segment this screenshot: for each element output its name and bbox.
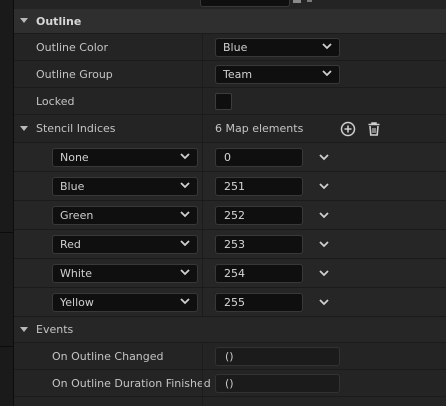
- property-locked: Locked: [14, 88, 446, 115]
- map-value-field[interactable]: 0: [215, 148, 303, 167]
- event-on-outline-changed: On Outline Changed (): [14, 343, 446, 370]
- category-title: Events: [36, 323, 74, 336]
- map-entry: Blue 251: [14, 172, 446, 201]
- category-events[interactable]: Events: [14, 317, 446, 343]
- dropdown-value: Team: [223, 68, 253, 81]
- map-key-value: None: [60, 151, 89, 164]
- map-value: 251: [224, 180, 245, 193]
- map-entry: None 0: [14, 143, 446, 172]
- map-value: 0: [224, 151, 231, 164]
- property-label: Locked: [36, 95, 75, 108]
- more-icon: [307, 0, 312, 2]
- map-key-value: Yellow: [60, 296, 94, 309]
- event-binding-value: (): [225, 377, 234, 390]
- chevron-down-icon: [180, 182, 190, 189]
- triangle-down-icon[interactable]: [20, 126, 28, 131]
- chevron-down-icon: [180, 298, 190, 305]
- property-stencil-indices: Stencil Indices 6 Map elements: [14, 115, 446, 143]
- map-key-value: Red: [60, 238, 81, 251]
- chevron-down-icon: [322, 43, 332, 50]
- chevron-down-icon[interactable]: [319, 183, 329, 190]
- map-entry: Green 252: [14, 201, 446, 230]
- previous-property-field[interactable]: [200, 0, 290, 7]
- event-binding-field[interactable]: (): [215, 374, 340, 393]
- triangle-down-icon: [20, 327, 28, 332]
- event-binding-field[interactable]: (): [215, 347, 340, 366]
- triangle-down-icon: [20, 18, 28, 23]
- property-label: Outline Group: [36, 68, 113, 81]
- property-outline-group: Outline Group Team: [14, 61, 446, 88]
- event-binding-value: (): [225, 350, 234, 363]
- map-key-value: White: [60, 267, 92, 280]
- chevron-down-icon[interactable]: [319, 270, 329, 277]
- map-entry: Red 253: [14, 230, 446, 259]
- category-outline[interactable]: Outline: [14, 9, 446, 34]
- map-key-dropdown[interactable]: Blue: [52, 177, 198, 196]
- map-entry: White 254: [14, 259, 446, 288]
- map-value-field[interactable]: 254: [215, 264, 303, 283]
- map-value: 254: [224, 267, 245, 280]
- map-value-field[interactable]: 253: [215, 235, 303, 254]
- event-on-outline-duration-finished: On Outline Duration Finished (): [14, 370, 446, 397]
- map-value-field[interactable]: 251: [215, 177, 303, 196]
- map-value-field[interactable]: 255: [215, 293, 303, 312]
- chevron-down-icon: [180, 269, 190, 276]
- map-elements-count: 6 Map elements: [215, 122, 304, 135]
- map-value: 252: [224, 209, 245, 222]
- plus-circle-icon[interactable]: [340, 121, 356, 137]
- category-title: Outline: [36, 15, 82, 28]
- chevron-down-icon: [180, 211, 190, 218]
- chevron-down-icon[interactable]: [319, 299, 329, 306]
- map-value-field[interactable]: 252: [215, 206, 303, 225]
- reset-icon[interactable]: [293, 0, 301, 3]
- map-key-dropdown[interactable]: White: [52, 264, 198, 283]
- map-key-dropdown[interactable]: None: [52, 148, 198, 167]
- map-value: 253: [224, 238, 245, 251]
- details-panel: Outline Outline Color Blue Outline Group…: [14, 0, 446, 406]
- chevron-down-icon[interactable]: [319, 241, 329, 248]
- map-entry: Yellow 255: [14, 288, 446, 317]
- chevron-down-icon: [180, 240, 190, 247]
- map-key-value: Green: [60, 209, 94, 222]
- property-label: Outline Color: [36, 41, 109, 54]
- outline-group-dropdown[interactable]: Team: [215, 65, 340, 84]
- locked-checkbox[interactable]: [215, 93, 232, 110]
- map-key-value: Blue: [60, 180, 85, 193]
- next-property-row: [14, 397, 446, 406]
- chevron-down-icon[interactable]: [319, 212, 329, 219]
- chevron-down-icon: [322, 70, 332, 77]
- map-key-dropdown[interactable]: Yellow: [52, 293, 198, 312]
- event-label: On Outline Changed: [52, 350, 164, 363]
- dropdown-value: Blue: [223, 41, 248, 54]
- map-key-dropdown[interactable]: Green: [52, 206, 198, 225]
- property-outline-color: Outline Color Blue: [14, 34, 446, 61]
- property-label: Stencil Indices: [36, 122, 116, 135]
- trash-icon[interactable]: [366, 121, 382, 137]
- left-gutter: [0, 0, 14, 406]
- event-label: On Outline Duration Finished: [52, 377, 211, 390]
- chevron-down-icon: [180, 153, 190, 160]
- map-key-dropdown[interactable]: Red: [52, 235, 198, 254]
- chevron-down-icon[interactable]: [319, 154, 329, 161]
- map-value: 255: [224, 296, 245, 309]
- outline-color-dropdown[interactable]: Blue: [215, 38, 340, 57]
